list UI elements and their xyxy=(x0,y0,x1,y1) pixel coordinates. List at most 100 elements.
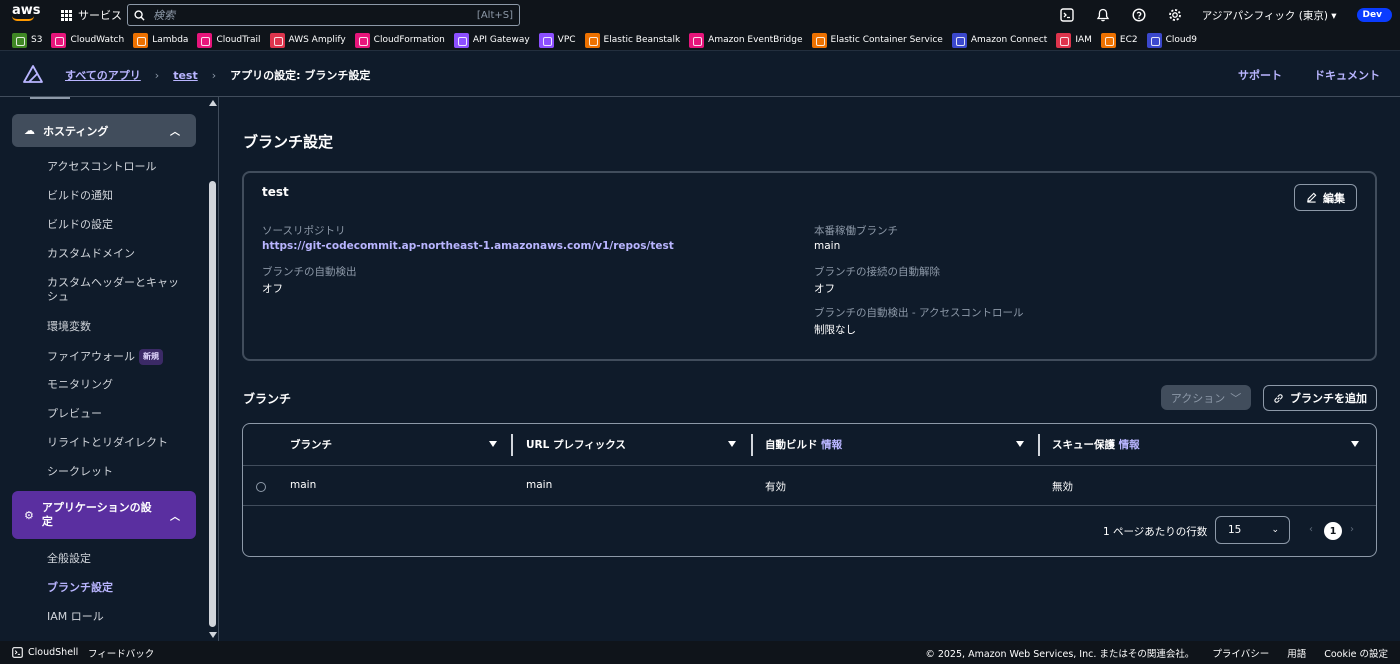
cloudshell-button[interactable]: CloudShell xyxy=(12,647,78,658)
sort-icon[interactable] xyxy=(728,441,736,447)
favorite-item[interactable]: EC2 xyxy=(1100,32,1138,48)
service-icon xyxy=(51,32,67,48)
favorite-label: VPC xyxy=(557,35,576,45)
source-repo-link[interactable]: https://git-codecommit.ap-northeast-1.am… xyxy=(262,240,674,252)
sidebar-item[interactable]: 全般設定 xyxy=(47,552,187,566)
sidebar: ☁ ホスティング ︿ アクセスコントロール ビルドの通知ビルドの設定 カスタムドメイ… xyxy=(0,97,219,641)
actions-button[interactable]: アクション ﹀ xyxy=(1161,385,1251,410)
column-header-auto-build[interactable]: 自動ビルド 情報 xyxy=(765,437,842,452)
amplify-logo-icon[interactable] xyxy=(23,65,43,83)
favorite-item[interactable]: CloudFormation xyxy=(354,32,445,48)
sidebar-item-label: モニタリング xyxy=(47,378,113,391)
scroll-down-arrow-icon[interactable] xyxy=(209,632,217,638)
column-header-branch[interactable]: ブランチ xyxy=(290,437,332,452)
documentation-link[interactable]: ドキュメント xyxy=(1314,67,1380,83)
sort-icon[interactable] xyxy=(1351,441,1359,447)
sidebar-item[interactable]: IAM ロール xyxy=(47,610,187,624)
breadcrumb-app[interactable]: test xyxy=(173,69,198,82)
terms-link[interactable]: 用語 xyxy=(1287,646,1306,660)
sidebar-scrollbar[interactable] xyxy=(209,181,216,627)
favorite-item[interactable]: S3 xyxy=(12,32,42,48)
sidebar-item[interactable]: プレビュー xyxy=(47,407,187,421)
cookie-settings-link[interactable]: Cookie の設定 xyxy=(1324,646,1388,660)
favorite-item[interactable]: CloudWatch xyxy=(51,32,125,48)
gear-icon[interactable] xyxy=(1166,6,1184,24)
favorite-item[interactable]: API Gateway xyxy=(453,32,530,48)
sort-icon[interactable] xyxy=(489,441,497,447)
support-link[interactable]: サポート xyxy=(1238,67,1282,83)
breadcrumb-all-apps[interactable]: すべてのアプリ xyxy=(65,67,141,83)
cloudshell-icon[interactable] xyxy=(1058,6,1076,24)
column-resizer[interactable] xyxy=(751,434,753,456)
sidebar-group-hosting[interactable]: ☁ ホスティング ︿ xyxy=(12,114,196,147)
sidebar-item[interactable]: リライトとリダイレクト xyxy=(47,436,187,450)
sidebar-item-label: シークレット xyxy=(47,465,113,478)
favorite-item[interactable]: Amazon Connect xyxy=(951,32,1047,48)
favorite-item[interactable]: CloudTrail xyxy=(197,32,261,48)
column-header-skew-protection[interactable]: スキュー保護 情報 xyxy=(1052,437,1140,452)
service-icon xyxy=(269,32,285,48)
help-icon[interactable] xyxy=(1130,6,1148,24)
favorite-item[interactable]: AWS Amplify xyxy=(269,32,346,48)
sidebar-item[interactable]: 環境変数 xyxy=(47,320,187,334)
aws-logo[interactable]: aws xyxy=(12,4,41,21)
search-input[interactable]: 検索 [Alt+S] xyxy=(127,4,520,26)
favorite-item[interactable]: Elastic Container Service xyxy=(811,32,943,48)
sort-icon[interactable] xyxy=(1016,441,1024,447)
service-icon xyxy=(453,32,469,48)
prod-branch-value: main xyxy=(814,240,841,252)
sidebar-item[interactable]: カスタムヘッダーとキャッシュ xyxy=(47,276,187,304)
sidebar-item[interactable]: アクセスコントロール xyxy=(47,160,187,174)
row-radio-button[interactable] xyxy=(256,482,266,492)
sidebar-item[interactable]: カスタムドメイン xyxy=(47,247,187,261)
info-link[interactable]: 情報 xyxy=(821,439,842,451)
favorite-item[interactable]: VPC xyxy=(538,32,576,48)
auto-detect-label: ブランチの自動検出 xyxy=(262,266,357,278)
rows-per-page-select[interactable]: 15 ⌄ xyxy=(1215,516,1290,544)
chevron-down-icon: ⌄ xyxy=(1271,525,1279,535)
favorite-label: Elastic Beanstalk xyxy=(603,35,681,45)
table-row[interactable]: main main 有効 無効 xyxy=(243,467,1376,506)
add-branch-button[interactable]: ブランチを追加 xyxy=(1263,385,1377,411)
auto-detect-access-value: 制限なし xyxy=(814,324,856,336)
edit-button[interactable]: 編集 xyxy=(1294,184,1357,211)
services-menu-button[interactable]: サービス xyxy=(61,7,122,23)
favorite-label: Lambda xyxy=(152,35,189,45)
sidebar-item[interactable]: ブランチ設定 xyxy=(47,581,187,595)
favorite-item[interactable]: IAM xyxy=(1056,32,1092,48)
favorite-item[interactable]: Lambda xyxy=(133,32,189,48)
grid-icon xyxy=(61,9,72,21)
prev-page-icon[interactable]: ‹ xyxy=(1309,524,1313,535)
sidebar-group-app-settings[interactable]: ⚙ アプリケーションの設定 ︿ xyxy=(12,491,196,539)
sidebar-item-label: ビルドの通知 xyxy=(47,189,113,202)
column-header-url-prefix[interactable]: URL プレフィックス xyxy=(526,437,626,452)
favorite-item[interactable]: Cloud9 xyxy=(1146,32,1197,48)
actions-button-label: アクション xyxy=(1170,391,1226,405)
sidebar-item[interactable]: ビルドの通知 xyxy=(47,189,187,203)
service-icon xyxy=(689,32,705,48)
feedback-link[interactable]: フィードバック xyxy=(88,646,154,660)
favorite-item[interactable]: Amazon EventBridge xyxy=(689,32,803,48)
privacy-link[interactable]: プライバシー xyxy=(1212,646,1269,660)
info-link[interactable]: 情報 xyxy=(1119,439,1140,451)
skew-label: スキュー保護 xyxy=(1052,439,1115,451)
account-menu-badge[interactable]: Dev xyxy=(1356,8,1392,22)
sidebar-item[interactable]: ビルドの設定 xyxy=(47,218,187,232)
column-resizer[interactable] xyxy=(1038,434,1040,456)
sidebar-item[interactable]: モニタリング xyxy=(47,378,187,392)
service-icon xyxy=(1146,32,1162,48)
bell-icon[interactable] xyxy=(1094,6,1112,24)
scroll-up-arrow-icon[interactable] xyxy=(209,100,217,106)
column-resizer[interactable] xyxy=(511,434,513,456)
favorite-item[interactable]: Elastic Beanstalk xyxy=(584,32,681,48)
sidebar-item[interactable]: シークレット xyxy=(47,465,187,479)
sidebar-item-label: アクセスコントロール xyxy=(47,160,157,173)
sidebar-item[interactable]: ファイアウォール 新規 xyxy=(47,349,187,365)
rows-per-page-label: 1 ページあたりの行数 xyxy=(1103,526,1208,538)
favorite-label: CloudWatch xyxy=(70,35,125,45)
services-label: サービス xyxy=(78,9,122,22)
region-selector[interactable]: アジアパシフィック (東京) ▾ xyxy=(1202,8,1337,23)
page-number-current[interactable]: 1 xyxy=(1324,522,1342,540)
sidebar-item-label: ファイアウォール xyxy=(47,350,135,363)
next-page-icon[interactable]: › xyxy=(1350,524,1354,535)
